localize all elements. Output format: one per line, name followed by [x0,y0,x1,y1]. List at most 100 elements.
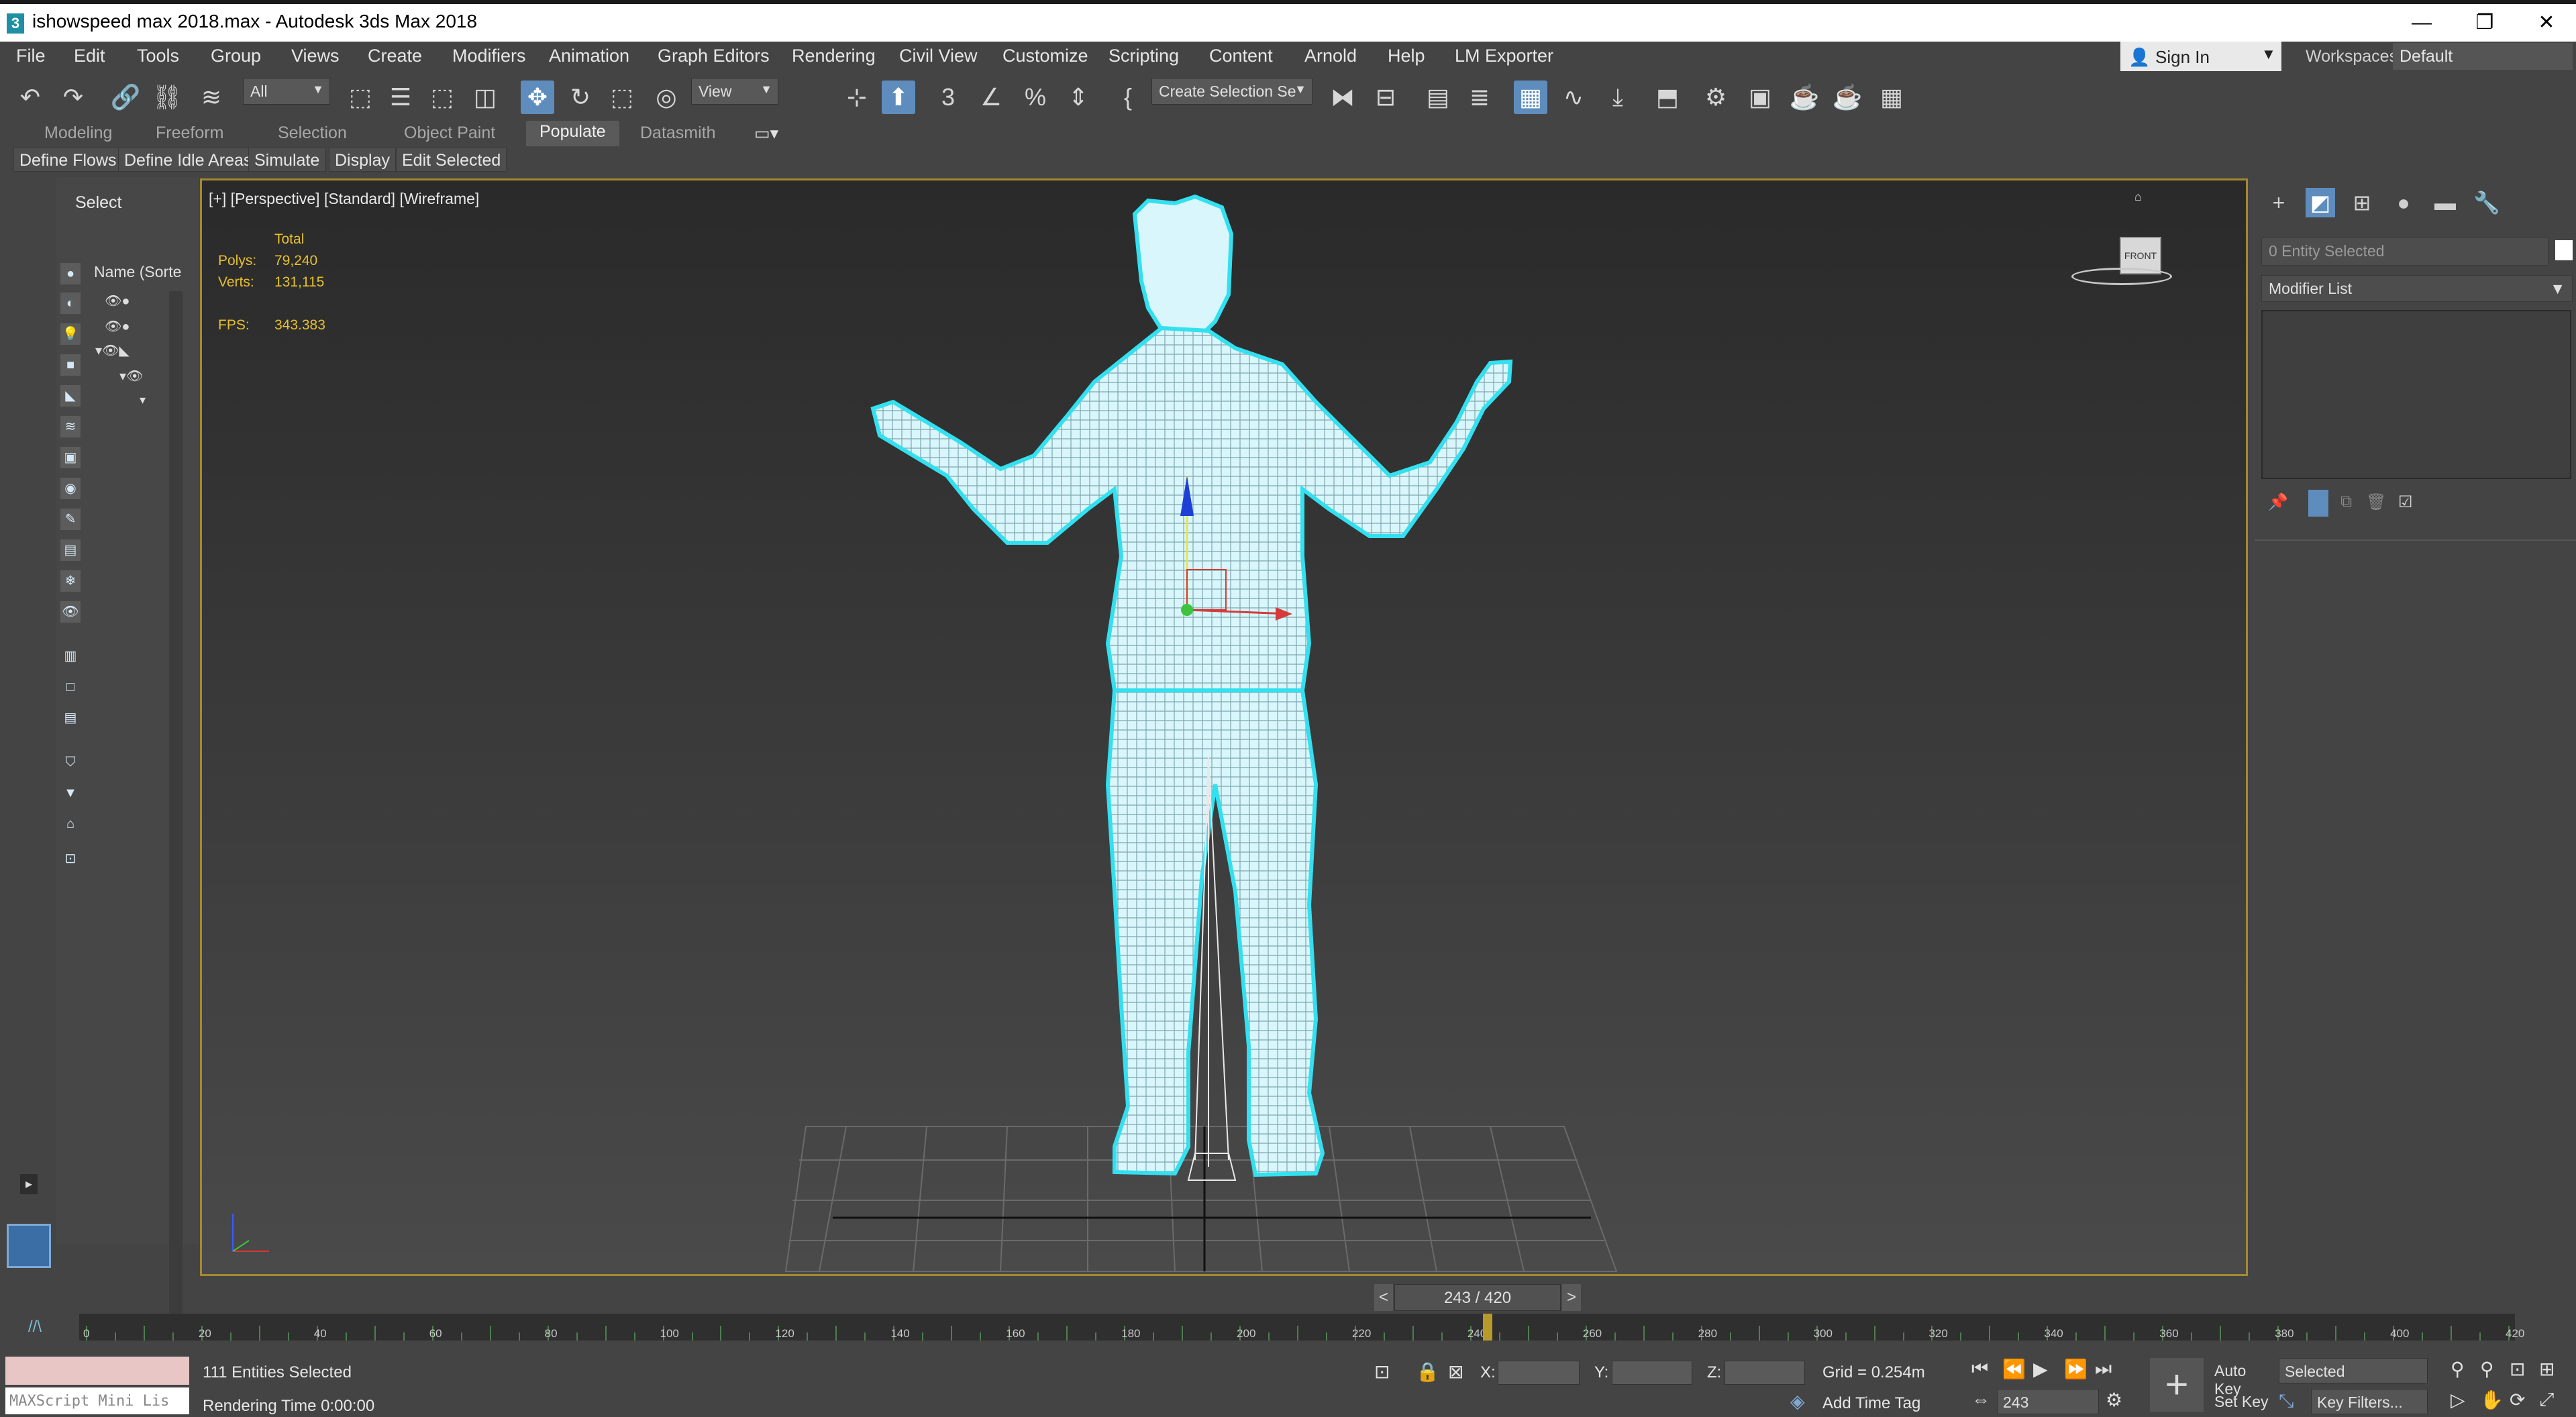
object-name-field[interactable]: 0 Entity Selected [2261,238,2548,266]
menu-views[interactable]: Views [291,46,340,66]
x-coordinate-field[interactable] [1498,1361,1580,1385]
create-tab-icon[interactable]: + [2264,188,2294,217]
select-and-move-icon[interactable]: ✥ [521,81,554,114]
simulate-button[interactable]: Simulate [248,148,326,172]
select-and-rotate-icon[interactable]: ↻ [564,81,597,114]
funnel-icon[interactable]: ▼ [60,782,81,804]
menu-edit[interactable]: Edit [74,46,105,66]
spinner-snap-icon[interactable]: ⇕ [1062,81,1095,114]
ribbon-options-icon[interactable]: ▭▾ [754,123,778,144]
menu-scripting[interactable]: Scripting [1109,46,1179,66]
tab-object-paint[interactable]: Object Paint [404,123,495,143]
track-bar[interactable]: 0 20 40 60 80 100 120 140 160 180 200 220 240 260 280 3… [79,1314,2524,1341]
viewport-layout-thumbnail[interactable] [7,1224,51,1268]
display-button[interactable]: Display [329,148,396,172]
rectangular-selection-icon[interactable]: ⬚ [425,81,459,114]
maxscript-listener[interactable] [5,1357,189,1385]
display-containers-icon[interactable]: ▤ [60,539,81,561]
mirror-icon[interactable]: ⧓ [1326,81,1359,114]
render-production-icon[interactable]: ☕ [1788,81,1821,114]
scene-row[interactable]: ▾👁 [119,368,143,384]
scene-row[interactable]: ▾👁◣ [95,342,130,359]
layer-icon[interactable]: ⌂ [60,813,81,835]
add-time-tag[interactable]: Add Time Tag [1822,1394,1920,1413]
container-icon[interactable]: ⊡ [60,848,81,870]
invert-display-icon[interactable]: ▤ [60,707,81,729]
display-hidden-icon[interactable]: 👁 [60,601,81,623]
display-shapes-icon[interactable]: ◐ [60,293,81,314]
scene-scrollbar[interactable] [169,291,183,1318]
tab-populate[interactable]: Populate [526,121,619,146]
menu-graph-editors[interactable]: Graph Editors [658,46,770,66]
modify-tab-icon[interactable]: ◩ [2306,188,2335,217]
render-in-cloud-icon[interactable]: ▦ [1875,81,1908,114]
link-icon[interactable]: 🔗 [109,81,142,114]
go-to-end-icon[interactable]: ⏭ [2095,1358,2112,1380]
display-cameras-icon[interactable]: ■ [60,354,81,376]
scene-row[interactable]: 👁● [105,293,130,309]
layer-explorer-icon[interactable]: ▤ [1421,81,1455,114]
redo-icon[interactable]: ↷ [56,81,90,114]
undo-icon[interactable]: ↶ [13,81,47,114]
tab-freeform[interactable]: Freeform [156,123,223,143]
set-keys-button[interactable]: + [2150,1358,2204,1412]
snaps-toggle-icon[interactable]: 3 [931,81,965,114]
zoom-extents-all-icon[interactable]: ⊞ [2539,1358,2555,1380]
zoom-icon[interactable]: ⚲ [2451,1358,2465,1380]
named-selection-sets-dropdown[interactable]: Create Selection Se ▼ [1151,78,1312,105]
menu-lm-exporter[interactable]: LM Exporter [1455,46,1553,66]
pivot-icon[interactable]: ⊹ [840,81,874,114]
menu-animation[interactable]: Animation [549,46,629,66]
display-space-warps-icon[interactable]: ≋ [60,416,81,437]
define-idle-areas-button[interactable]: Define Idle Areas [118,148,258,172]
ribbon-toggle-icon[interactable]: ▦ [1514,81,1547,114]
pan-view-icon[interactable]: ✋ [2480,1389,2504,1411]
make-unique-icon[interactable]: ⧉ [2340,492,2352,511]
motion-tab-icon[interactable]: ● [2389,188,2418,217]
select-and-scale-icon[interactable]: ⬚ [605,81,639,114]
maxscript-icon[interactable]: //\ [28,1318,42,1336]
render-iterative-icon[interactable]: ☕ [1831,81,1864,114]
edit-selected-button[interactable]: Edit Selected [396,148,507,172]
scene-column-header[interactable]: Name (Sorted Ascending) [94,263,181,281]
menu-civil-view[interactable]: Civil View [899,46,978,66]
workspaces-dropdown[interactable]: Default [2393,43,2573,70]
configure-modifier-sets-icon[interactable]: ☑ [2398,492,2413,512]
menu-rendering[interactable]: Rendering [792,46,876,66]
menu-file[interactable]: File [16,46,46,66]
y-coordinate-field[interactable] [1612,1361,1692,1385]
window-crossing-icon[interactable]: ◫ [468,81,502,114]
expand-layouts-icon[interactable]: ▸ [20,1174,38,1194]
angle-snap-icon[interactable]: ∠ [974,81,1008,114]
scene-row[interactable]: 👁● [105,318,130,335]
select-object-icon[interactable]: ⬚ [344,81,377,114]
time-configuration-icon[interactable]: ⚙ [2106,1389,2122,1411]
object-color-swatch[interactable] [2555,240,2573,260]
menu-modifiers[interactable]: Modifiers [452,46,526,66]
reference-coordinate-dropdown[interactable]: View ▼ [691,78,778,105]
schematic-view-icon[interactable]: ⤓ [1601,81,1635,114]
zoom-all-icon[interactable]: ⚲ [2480,1358,2494,1380]
menu-arnold[interactable]: Arnold [1304,46,1357,66]
display-lights-icon[interactable]: 💡 [60,323,81,345]
display-xrefs-icon[interactable]: ◉ [60,478,81,499]
align-icon[interactable]: ⊟ [1369,81,1402,114]
maxscript-mini-listener[interactable]: MAXScript Mini Lis [5,1387,189,1414]
unlink-icon[interactable]: ⛓ [150,81,184,114]
current-frame-field[interactable]: 243 [1997,1389,2099,1414]
home-icon[interactable]: ⌂ [2134,190,2142,204]
material-editor-icon[interactable]: ⬒ [1651,81,1684,114]
auto-key-button[interactable]: Auto Key [2209,1358,2273,1398]
time-slider[interactable]: 243 / 420 [1394,1284,1561,1311]
pin-stack-icon[interactable]: 📌 [2268,492,2288,512]
play-icon[interactable]: ▶ [2033,1358,2048,1380]
menu-tools[interactable]: Tools [137,46,179,66]
viewcube-compass[interactable] [2071,268,2172,285]
toggle-scene-explorer-icon[interactable]: ≣ [1463,81,1496,114]
close-button[interactable]: ✕ [2523,8,2570,38]
menu-content[interactable]: Content [1209,46,1273,66]
absolute-mode-icon[interactable]: ⊠ [1448,1361,1463,1383]
key-filters-icon[interactable]: ⤡ [2279,1390,2294,1412]
next-frame-button[interactable]: > [1562,1284,1581,1311]
current-frame-marker[interactable] [1482,1314,1492,1341]
